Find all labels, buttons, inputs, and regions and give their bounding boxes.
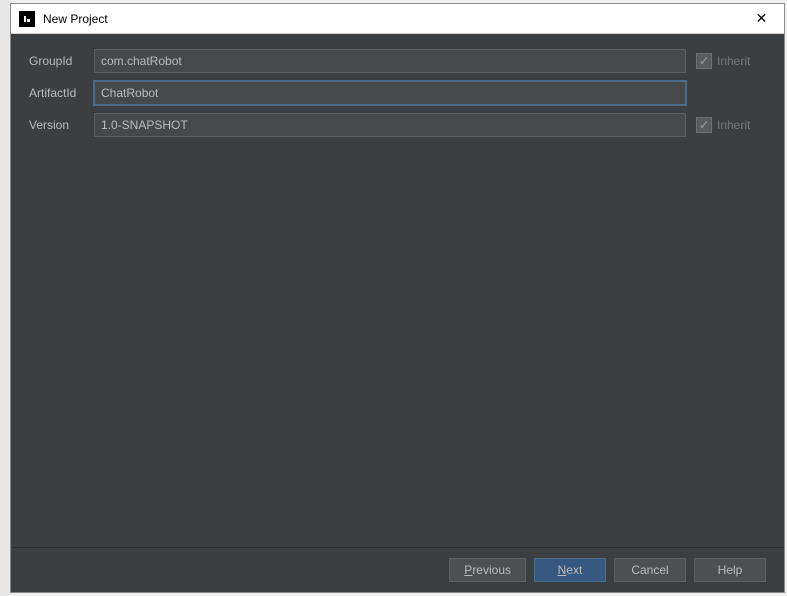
button-bar: Previous Next Cancel Help bbox=[11, 547, 784, 592]
groupid-label: GroupId bbox=[29, 54, 84, 68]
artifactid-label: ArtifactId bbox=[29, 86, 84, 100]
groupid-inherit-label: Inherit bbox=[717, 54, 750, 68]
previous-button[interactable]: Previous bbox=[449, 558, 526, 582]
version-label: Version bbox=[29, 118, 84, 132]
version-input[interactable] bbox=[94, 113, 686, 137]
next-button[interactable]: Next bbox=[534, 558, 606, 582]
app-icon bbox=[19, 11, 35, 27]
artifactid-input[interactable] bbox=[94, 81, 686, 105]
form-area: GroupId Inherit ArtifactId Version In bbox=[11, 34, 784, 547]
titlebar: New Project ✕ bbox=[11, 4, 784, 34]
groupid-inherit: Inherit bbox=[696, 53, 766, 69]
version-row: Version Inherit bbox=[29, 113, 766, 137]
groupid-row: GroupId Inherit bbox=[29, 49, 766, 73]
dialog-body: GroupId Inherit ArtifactId Version In bbox=[11, 34, 784, 592]
groupid-input[interactable] bbox=[94, 49, 686, 73]
cancel-button[interactable]: Cancel bbox=[614, 558, 686, 582]
version-inherit-checkbox[interactable] bbox=[696, 117, 712, 133]
next-button-rest: ext bbox=[566, 563, 582, 577]
groupid-inherit-checkbox[interactable] bbox=[696, 53, 712, 69]
help-button[interactable]: Help bbox=[694, 558, 766, 582]
version-inherit-label: Inherit bbox=[717, 118, 750, 132]
artifactid-row: ArtifactId bbox=[29, 81, 766, 105]
new-project-dialog: New Project ✕ GroupId Inherit ArtifactId bbox=[10, 3, 785, 593]
previous-button-rest: revious bbox=[472, 563, 511, 577]
close-button[interactable]: ✕ bbox=[739, 4, 784, 34]
version-inherit: Inherit bbox=[696, 117, 766, 133]
window-title: New Project bbox=[43, 12, 739, 26]
